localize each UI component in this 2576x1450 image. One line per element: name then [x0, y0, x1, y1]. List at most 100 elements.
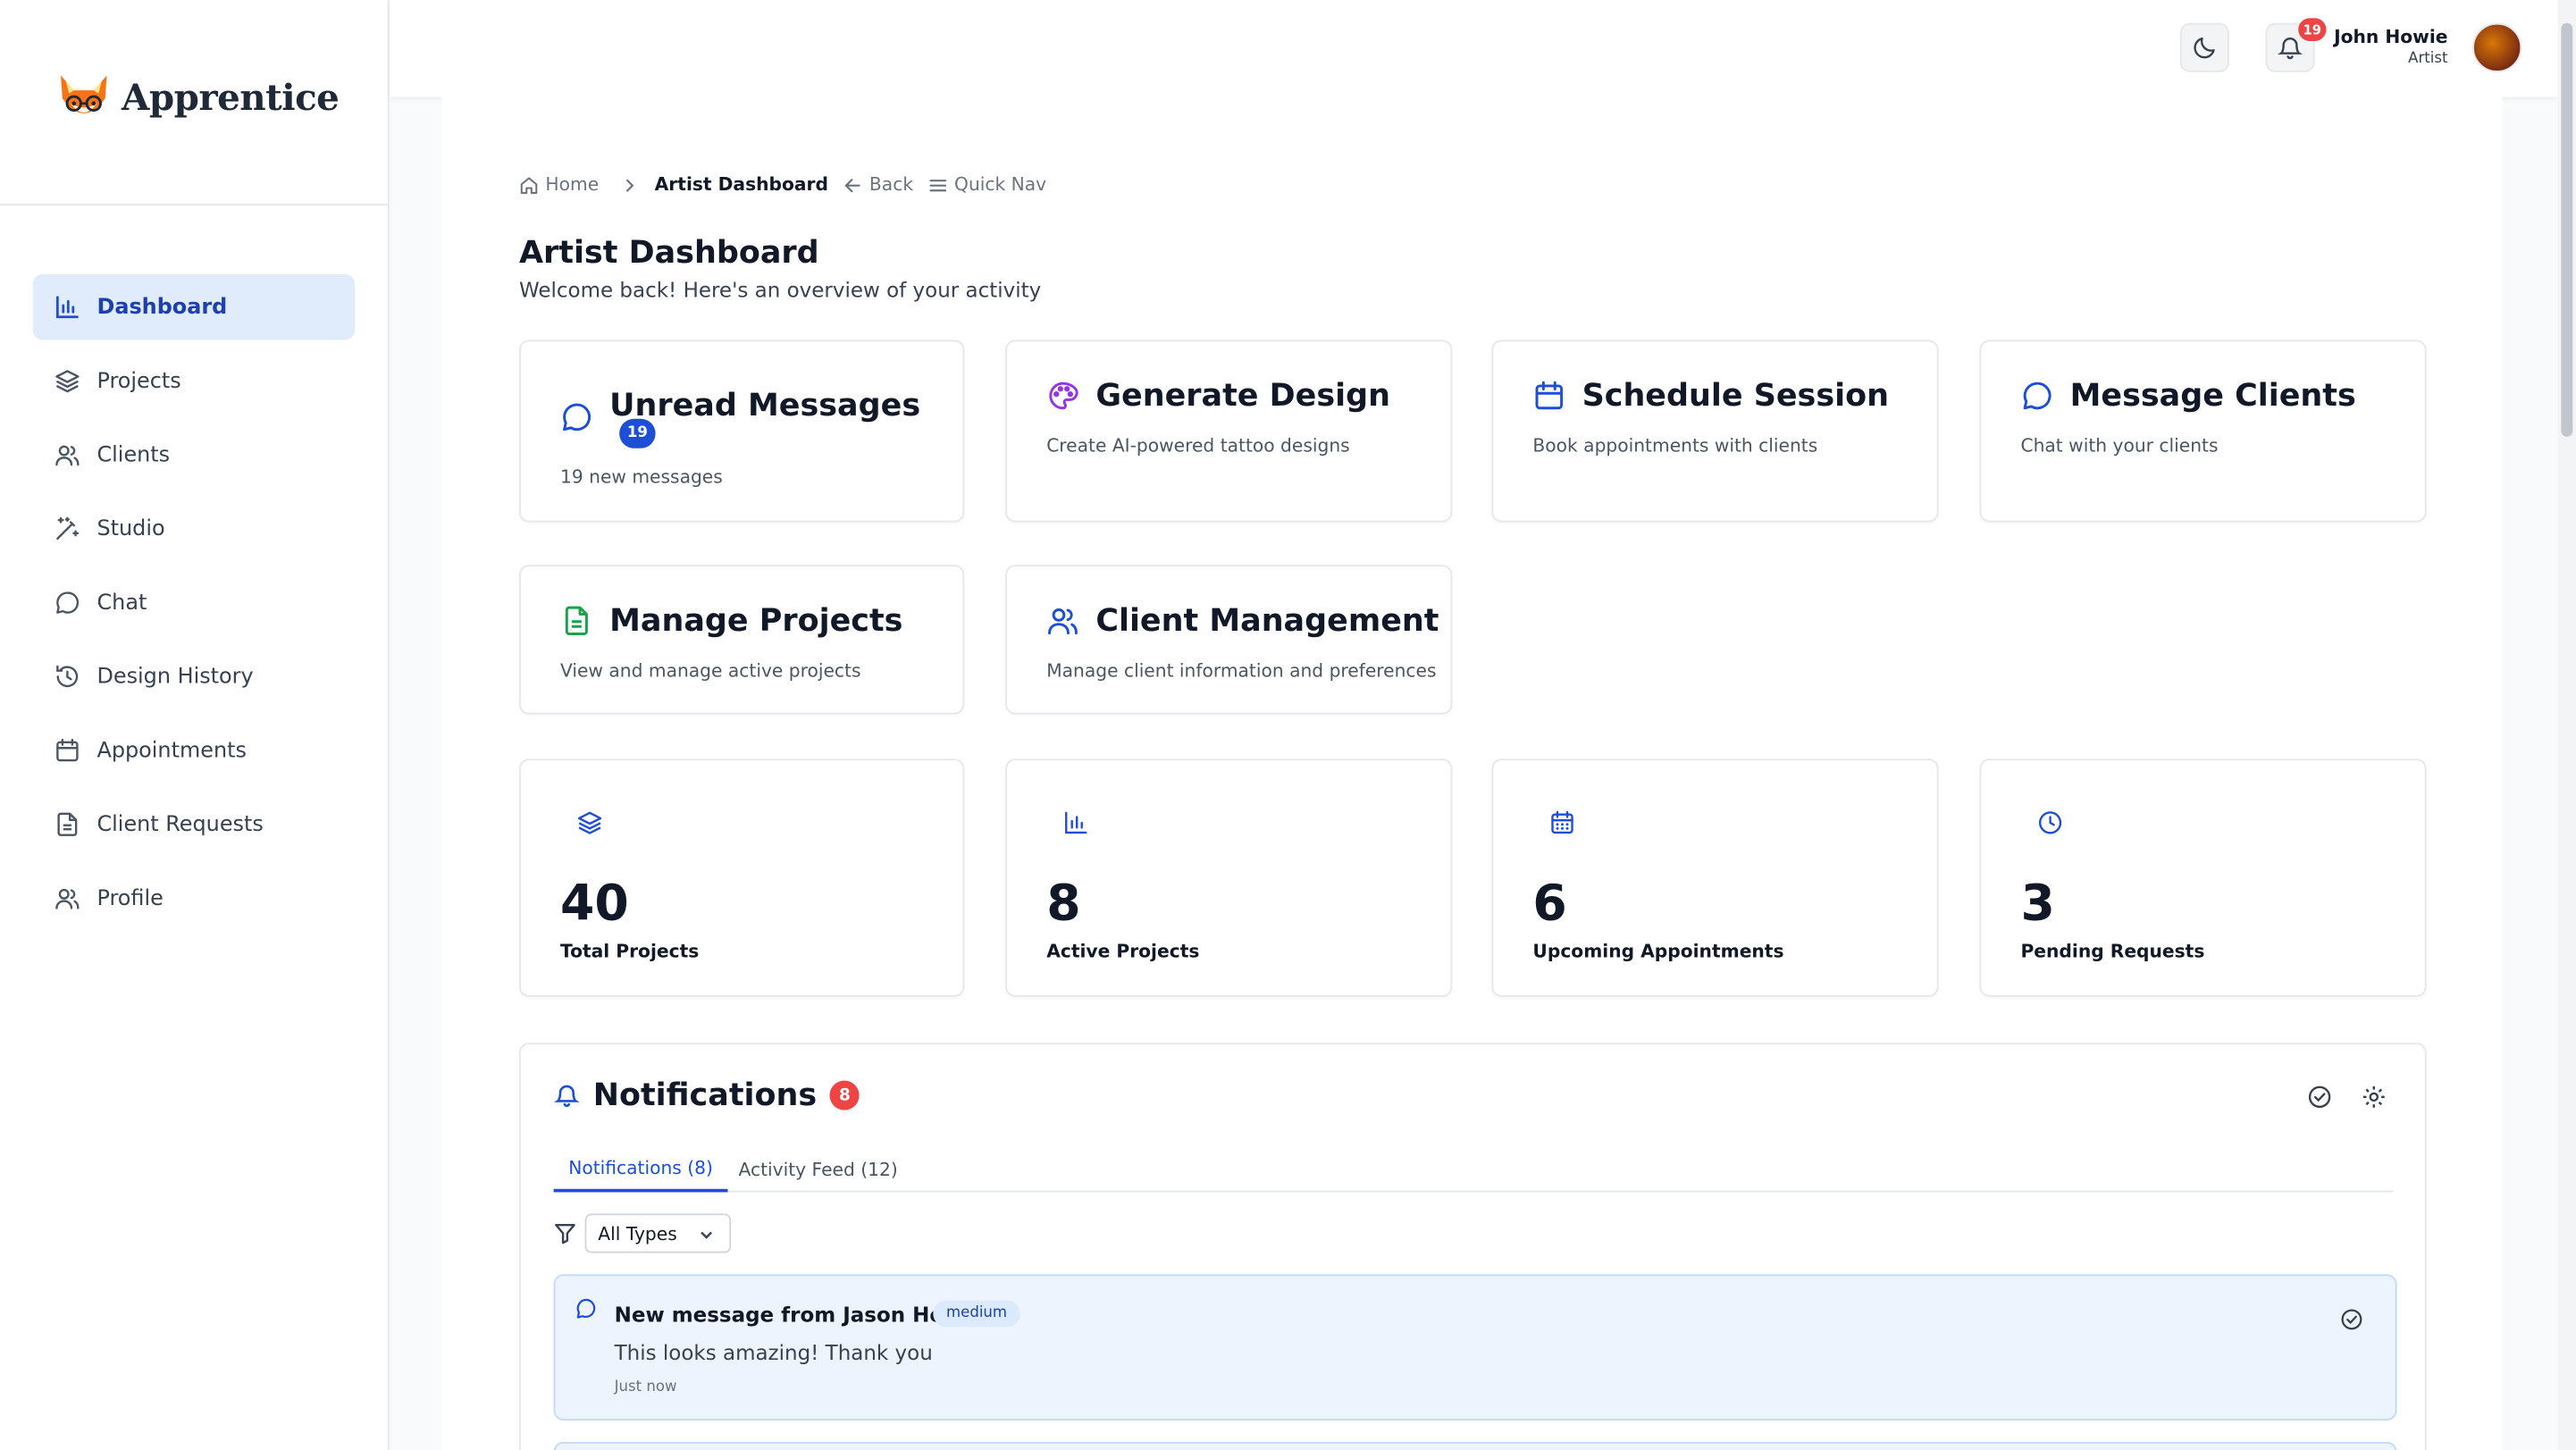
users-icon: [1048, 608, 1078, 635]
sidebar-item-studio[interactable]: Studio: [33, 496, 355, 562]
stat-card-active-projects: 8 Active Projects: [1005, 759, 1453, 997]
card-title: Generate Design: [1095, 377, 1390, 415]
sidebar-item-label: Appointments: [96, 738, 247, 763]
chat-bubble-icon: [563, 403, 591, 432]
layers-icon: [55, 370, 80, 393]
schedule-session-card[interactable]: Schedule Session Book appointments with …: [1491, 339, 1939, 523]
message-clients-card[interactable]: Message Clients Chat with your clients: [1979, 339, 2427, 523]
bar-chart-icon: [55, 296, 79, 319]
bell-icon: [553, 1085, 580, 1107]
card-header: Client Management: [1046, 603, 1439, 639]
sidebar-divider: [0, 203, 388, 205]
clock-icon: [2038, 811, 2062, 834]
sidebar-item-client-requests[interactable]: Client Requests: [33, 792, 355, 858]
calendar-icon: [1535, 381, 1564, 410]
sidebar-item-label: Studio: [96, 516, 165, 541]
user-icon: [55, 888, 80, 909]
breadcrumb: Home Artist Dashboard Back Quick Nav: [519, 174, 1046, 196]
fox-logo-icon: [61, 75, 107, 113]
stat-value: 8: [1046, 875, 1081, 934]
card-description: Chat with your clients: [2020, 435, 2219, 457]
history-icon: [56, 665, 79, 688]
priority-badge: medium: [933, 1300, 1020, 1328]
home-icon: [520, 176, 538, 194]
card-header: Message Clients: [2020, 378, 2356, 414]
notifications-count-badge: 8: [829, 1080, 860, 1111]
theme-toggle-button[interactable]: [2179, 22, 2229, 72]
app-logo[interactable]: Apprentice: [56, 72, 340, 125]
page-scrollbar[interactable]: [2557, 0, 2576, 1450]
sidebar-nav: Dashboard Projects Clients Studio Chat D…: [32, 273, 356, 939]
stat-card-pending-requests: 3 Pending Requests: [1979, 759, 2427, 997]
sidebar-item-dashboard[interactable]: Dashboard: [32, 273, 356, 340]
sidebar-item-appointments[interactable]: Appointments: [33, 717, 355, 784]
bar-chart-icon: [1065, 811, 1087, 834]
filter-icon: [555, 1224, 575, 1245]
card-description: 19 new messages: [559, 466, 723, 488]
scrollbar-thumb[interactable]: [2561, 22, 2573, 437]
card-description: Book appointments with clients: [1532, 435, 1818, 457]
sidebar-item-clients[interactable]: Clients: [33, 422, 355, 488]
user-role: Artist: [2408, 50, 2448, 68]
arrow-left-icon: [844, 178, 861, 192]
notifications-panel: Notifications 8 Notifications (8) Activi…: [518, 1043, 2427, 1450]
manage-projects-card[interactable]: Manage Projects View and manage active p…: [518, 565, 965, 715]
sidebar-item-label: Dashboard: [96, 294, 228, 320]
card-header: Unread Messages: [560, 378, 920, 433]
card-title: Manage Projects: [609, 602, 903, 640]
sidebar-item-label: Design History: [96, 664, 254, 690]
mark-all-read-icon[interactable]: [2306, 1084, 2332, 1110]
card-description: View and manage active projects: [559, 659, 861, 682]
chat-bubble-icon: [576, 1298, 596, 1319]
sidebar-item-chat[interactable]: Chat: [33, 570, 355, 636]
calendar-icon: [1551, 810, 1573, 834]
notification-item[interactable]: New message from Jason Howie medium This…: [553, 1274, 2397, 1421]
breadcrumb-current: Artist Dashboard: [654, 173, 828, 196]
page-title: Artist Dashboard: [518, 234, 819, 272]
card-header: Manage Projects: [560, 602, 903, 640]
sidebar-item-label: Clients: [96, 442, 171, 467]
tab-notifications[interactable]: Notifications (8): [553, 1146, 728, 1193]
notification-item[interactable]: [553, 1441, 2397, 1450]
chat-icon: [56, 591, 80, 614]
sidebar-item-label: Chat: [96, 590, 147, 616]
back-button[interactable]: Back: [869, 174, 913, 196]
sidebar-item-design-history[interactable]: Design History: [33, 644, 355, 710]
stat-label: Pending Requests: [2020, 941, 2205, 963]
bell-icon: [2277, 38, 2303, 60]
stat-card-upcoming-appointments: 6 Upcoming Appointments: [1491, 759, 1939, 997]
type-filter-select[interactable]: All Types: [584, 1213, 732, 1253]
calendar-icon: [56, 738, 79, 762]
quick-nav-button[interactable]: Quick Nav: [954, 174, 1046, 196]
tab-activity-feed[interactable]: Activity Feed (12): [736, 1146, 901, 1192]
document-icon: [57, 812, 78, 836]
chevron-right-icon: [626, 178, 635, 191]
card-description: Create AI-powered tattoo designs: [1046, 435, 1350, 457]
sidebar-item-profile[interactable]: Profile: [33, 866, 355, 932]
moon-icon: [2194, 38, 2215, 59]
stat-value: 6: [1532, 875, 1567, 934]
stat-value: 40: [559, 875, 629, 934]
chevron-down-icon: [701, 1231, 712, 1239]
card-title: Schedule Session: [1582, 377, 1889, 415]
mark-read-icon[interactable]: [2339, 1307, 2364, 1332]
client-management-card[interactable]: Client Management Manage client informat…: [1005, 565, 1453, 715]
generate-design-card[interactable]: Generate Design Create AI-powered tattoo…: [1005, 339, 1453, 523]
breadcrumb-home-link[interactable]: Home: [545, 174, 599, 196]
card-header: Schedule Session: [1532, 378, 1889, 414]
unread-messages-card[interactable]: Unread Messages 19 19 new messages: [518, 339, 965, 523]
unread-count-badge: 19: [619, 418, 656, 448]
document-icon: [565, 606, 588, 635]
card-title: Client Management: [1095, 602, 1439, 640]
stat-card-total-projects: 40 Total Projects: [518, 759, 965, 997]
notifications-bell-button[interactable]: 19: [2265, 18, 2327, 72]
chat-bubble-icon: [2023, 381, 2052, 410]
users-icon: [55, 445, 80, 466]
menu-icon: [929, 179, 947, 191]
sidebar-item-projects[interactable]: Projects: [33, 348, 355, 415]
settings-gear-icon[interactable]: [2361, 1084, 2387, 1110]
notifications-title: Notifications: [592, 1077, 818, 1114]
sidebar: Apprentice Dashboard Projects Clients St…: [0, 0, 390, 1450]
stat-value: 3: [2020, 875, 2055, 934]
avatar[interactable]: [2472, 22, 2522, 72]
